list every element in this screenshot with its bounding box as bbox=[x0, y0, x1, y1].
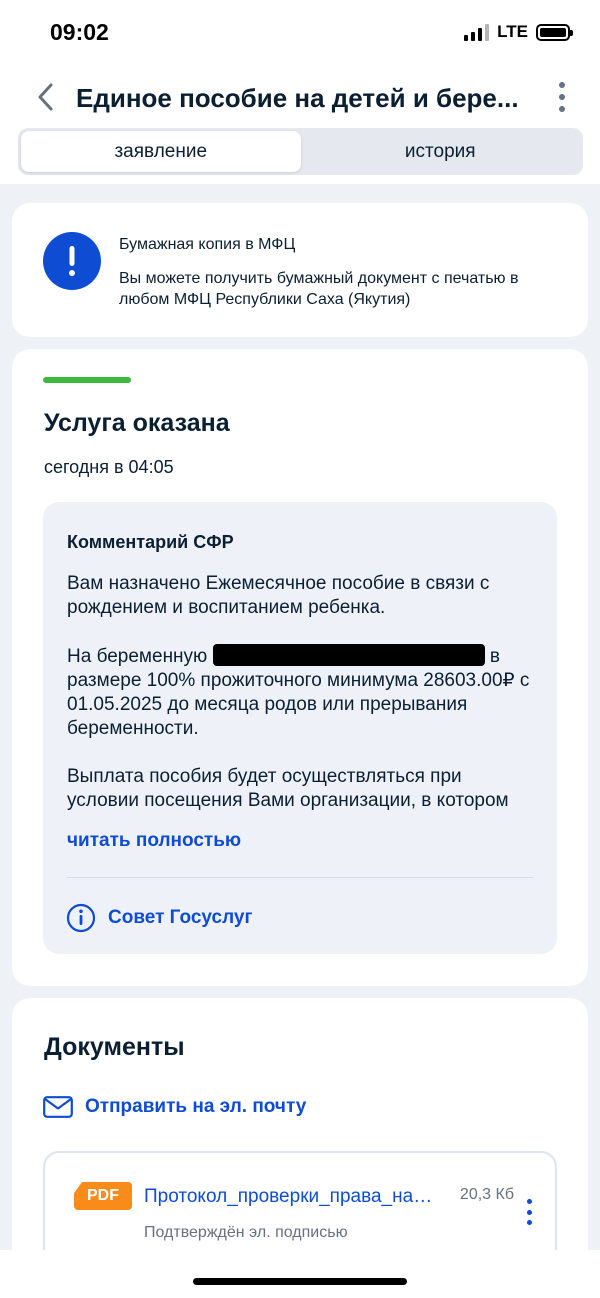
mfc-notice-card: Бумажная копия в МФЦ Вы можете получить … bbox=[12, 203, 588, 337]
notice-text: Вы можете получить бумажный документ с п… bbox=[119, 270, 519, 308]
advice-label: Совет Госуслуг bbox=[108, 907, 253, 928]
info-icon bbox=[66, 903, 96, 933]
status-indicators: LTE bbox=[464, 22, 573, 42]
dot-icon bbox=[526, 1220, 532, 1225]
comment-title: Комментарий СФР bbox=[67, 532, 234, 552]
page-title: Единое пособие на детей и бере... bbox=[76, 83, 519, 113]
dot-icon bbox=[526, 1199, 532, 1204]
read-more-link[interactable]: читать полностью bbox=[67, 830, 241, 852]
home-indicator[interactable] bbox=[193, 1278, 407, 1285]
pdf-file-icon: PDF bbox=[74, 1182, 132, 1210]
document-signature-status: Подтверждён эл. подписью bbox=[144, 1224, 348, 1241]
bottom-safe-area bbox=[0, 1250, 600, 1298]
dot-icon bbox=[559, 94, 565, 100]
battery-icon bbox=[536, 23, 573, 41]
status-bar: 09:02 LTE bbox=[0, 0, 600, 66]
status-timestamp: сегодня в 04:05 bbox=[44, 457, 174, 477]
status-title: Услуга оказана bbox=[44, 409, 230, 437]
mail-icon bbox=[43, 1096, 73, 1118]
app-header: Единое пособие на детей и бере... bbox=[0, 66, 600, 128]
notice-title: Бумажная копия в МФЦ bbox=[119, 236, 296, 253]
tab-history[interactable]: история bbox=[301, 131, 581, 172]
comment-body: Вам назначено Ежемесячное пособие в связ… bbox=[67, 572, 537, 837]
comment-paragraph: Выплата пособия будет осуществляться при… bbox=[67, 766, 509, 811]
document-name[interactable]: Протокол_проверки_права_на_пособие.pdf bbox=[144, 1186, 438, 1208]
tabs-container: заявление история bbox=[0, 128, 600, 184]
divider bbox=[67, 877, 533, 878]
dot-icon bbox=[559, 106, 565, 112]
comment-paragraph: Вам назначено Ежемесячное пособие в связ… bbox=[67, 573, 490, 618]
redacted-text bbox=[212, 644, 485, 666]
exclamation-icon bbox=[43, 232, 101, 290]
comment-text: На беременную bbox=[67, 646, 208, 667]
tab-bar: заявление история bbox=[18, 128, 583, 175]
back-button[interactable] bbox=[30, 80, 60, 114]
network-label: LTE bbox=[497, 22, 528, 41]
service-status-card: Услуга оказана сегодня в 04:05 Комментар… bbox=[12, 349, 588, 986]
document-size: 20,3 Кб bbox=[459, 1186, 514, 1203]
dot-icon bbox=[526, 1209, 532, 1215]
send-email-label: Отправить на эл. почту bbox=[85, 1096, 307, 1117]
documents-title: Документы bbox=[44, 1033, 185, 1061]
status-time: 09:02 bbox=[50, 19, 109, 45]
send-email-link[interactable]: Отправить на эл. почту bbox=[43, 1096, 306, 1118]
document-more-button[interactable] bbox=[525, 1199, 533, 1225]
comment-box: Комментарий СФР Вам назначено Ежемесячно… bbox=[43, 502, 557, 954]
comment-paragraph: На беременную в размере 100% прожиточног… bbox=[67, 644, 537, 741]
tab-application[interactable]: заявление bbox=[21, 131, 301, 172]
signal-icon bbox=[464, 23, 490, 41]
status-progress-bar bbox=[43, 377, 131, 383]
dot-icon bbox=[559, 82, 565, 88]
advice-link[interactable]: Совет Госуслуг bbox=[66, 903, 252, 933]
chevron-left-icon bbox=[38, 83, 53, 111]
more-options-button[interactable] bbox=[556, 82, 568, 112]
